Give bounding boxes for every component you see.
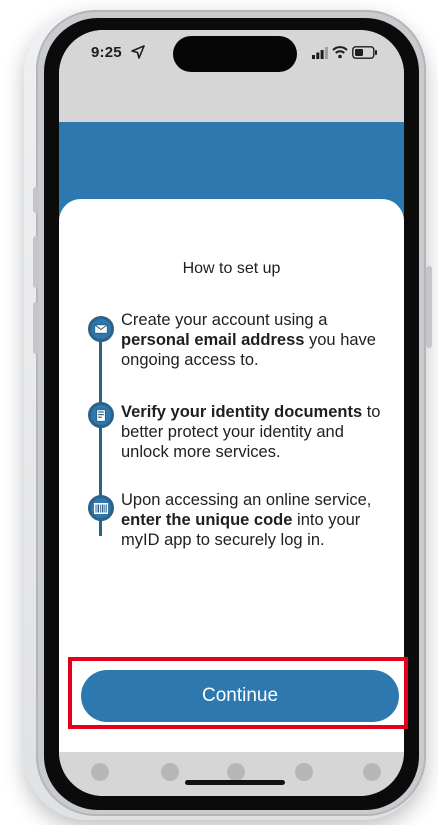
step-emphasis-text: Verify your identity documents	[121, 403, 363, 421]
volume-up-button	[33, 236, 39, 288]
tab-item-3[interactable]	[227, 763, 245, 781]
continue-highlight-box	[68, 657, 408, 729]
step-emphasis-text: personal email address	[121, 331, 305, 349]
barcode-code-icon	[88, 495, 114, 521]
tab-item-5[interactable]	[363, 763, 381, 781]
location-arrow-icon	[131, 45, 145, 59]
app-screenshot: 9:25 How to set up Create your account u…	[0, 0, 438, 825]
status-time: 9:25	[91, 44, 122, 61]
step-emphasis-text: enter the unique code	[121, 511, 293, 529]
envelope-icon	[88, 316, 114, 342]
step-body-text: Upon accessing an online service,	[121, 491, 372, 509]
dynamic-island	[173, 36, 297, 72]
status-bar: 9:25	[59, 30, 404, 122]
silent-switch	[33, 187, 39, 213]
step-2-text: Verify your identity documents to better…	[121, 402, 393, 462]
volume-down-button	[33, 302, 39, 354]
step-3-text: Upon accessing an online service, enter …	[121, 490, 393, 550]
power-button	[426, 266, 432, 348]
tab-item-2[interactable]	[161, 763, 179, 781]
card-title: How to set up	[182, 260, 281, 277]
tab-item-4[interactable]	[295, 763, 313, 781]
wifi-icon	[332, 46, 348, 59]
cellular-signal-icon	[312, 47, 328, 59]
tab-item-1[interactable]	[91, 763, 109, 781]
home-indicator	[185, 780, 285, 785]
step-body-text: Create your account using a	[121, 311, 328, 329]
step-1-text: Create your account using a personal ema…	[121, 310, 393, 370]
id-document-icon	[88, 402, 114, 428]
bottom-tab-bar	[59, 752, 404, 796]
battery-icon	[352, 46, 377, 59]
